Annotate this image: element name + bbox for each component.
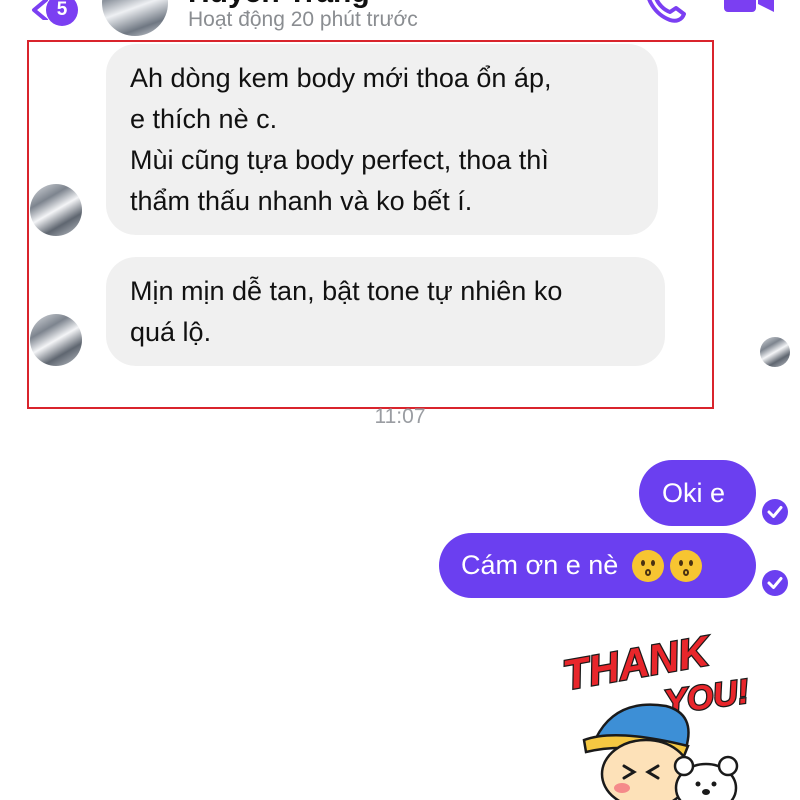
- sent-message-bubble[interactable]: Oki e: [639, 460, 756, 526]
- kissing-face-icon: [632, 549, 665, 582]
- active-status: Hoạt động 20 phút trước: [188, 8, 418, 31]
- kissing-face-icon: [670, 549, 703, 582]
- thank-you-sticker[interactable]: THANK YOU!: [556, 628, 756, 800]
- video-call-icon[interactable]: [722, 0, 778, 20]
- sent-check-icon: [762, 499, 788, 525]
- blush-shape: [614, 783, 630, 793]
- read-receipt-avatar: [760, 337, 790, 367]
- message-timestamp: 11:07: [374, 405, 426, 428]
- unread-count-badge[interactable]: 5: [46, 0, 78, 26]
- sent-message-bubble[interactable]: Cám ơn e nè: [439, 533, 756, 598]
- sent-check-icon: [762, 570, 788, 596]
- phone-call-icon[interactable]: [640, 0, 688, 26]
- sent-message-text: Oki e: [662, 477, 726, 508]
- chat-header: 5 Huyền Trang Hoạt động 20 phút trước: [0, 0, 800, 40]
- bear-ear-shape: [717, 755, 739, 777]
- bear-ear-shape: [673, 755, 695, 777]
- contact-avatar[interactable]: [102, 0, 168, 36]
- sent-message-text: Cám ơn e nè: [461, 550, 619, 580]
- highlight-annotation-box: [27, 40, 714, 409]
